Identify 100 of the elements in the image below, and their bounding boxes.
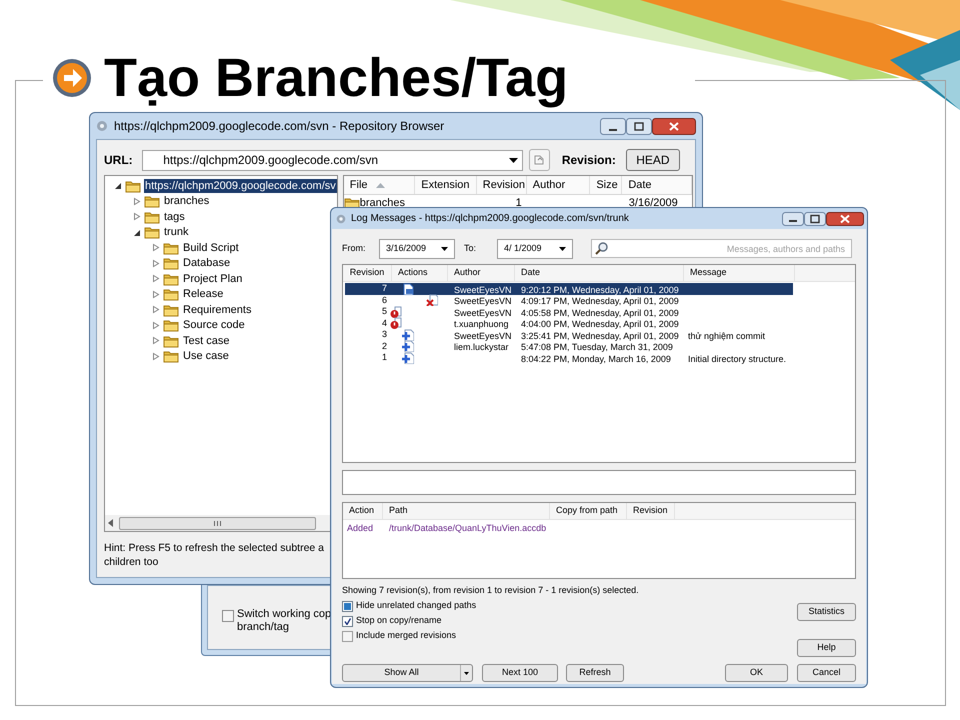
added-file-icon bbox=[402, 352, 414, 364]
collapsed-arrow-icon[interactable] bbox=[151, 336, 160, 346]
table-cell: 1 bbox=[382, 352, 387, 364]
table-cell: 4 bbox=[382, 318, 387, 329]
window-title: https://qlchpm2009.googlecode.com/svn - Repository Browser bbox=[114, 118, 444, 135]
folder-icon bbox=[144, 225, 160, 240]
collapsed-arrow-icon[interactable] bbox=[132, 212, 141, 222]
folder-icon bbox=[163, 334, 179, 348]
checkbox-label: Stop on copy/rename bbox=[356, 614, 442, 628]
tree-item[interactable]: Release bbox=[182, 287, 224, 302]
tree-item[interactable]: Database bbox=[182, 256, 232, 270]
message-box[interactable] bbox=[342, 470, 856, 495]
table-cell: SweetEyesVN bbox=[454, 284, 512, 295]
ok-button[interactable]: OK bbox=[725, 664, 788, 682]
checkbox[interactable] bbox=[342, 616, 353, 626]
dropdown-arrow-icon bbox=[508, 158, 518, 162]
collapsed-arrow-icon[interactable] bbox=[132, 196, 141, 206]
checkbox[interactable] bbox=[222, 610, 234, 622]
checkbox-label: Hide unrelated changed paths bbox=[356, 599, 476, 612]
collapsed-arrow-icon[interactable] bbox=[151, 320, 160, 330]
checkbox[interactable] bbox=[342, 600, 353, 612]
revision-row[interactable]: 3 SweetEyesVN 3:25:41 PM, Wednesday, April 01, 2009 thử nghiệm commit bbox=[345, 329, 793, 340]
revision-row[interactable]: 5 SweetEyesVN 4:05:58 PM, Wednesday, April 01, 2009 bbox=[345, 306, 793, 318]
tree-item[interactable]: tags bbox=[163, 210, 186, 224]
to-date-picker[interactable]: 4/ 1/2009 bbox=[497, 238, 573, 258]
search-field[interactable]: Messages, authors and paths bbox=[591, 239, 852, 258]
tree-item[interactable]: https://qlchpm2009.googlecode.com/sv bbox=[144, 178, 337, 193]
folder-icon bbox=[163, 318, 179, 332]
collapsed-arrow-icon[interactable] bbox=[151, 352, 160, 361]
column-header[interactable]: Revision bbox=[350, 266, 384, 280]
revision-row[interactable]: 2 liem.luckystar 5:47:08 PM, Tuesday, March 31, 2009 bbox=[345, 340, 793, 352]
collapsed-arrow-icon[interactable] bbox=[151, 274, 160, 284]
from-date-picker[interactable]: 3/16/2009 bbox=[379, 238, 455, 258]
url-combobox[interactable]: https://qlchpm2009.googlecode.com/svn bbox=[142, 150, 523, 170]
revision-row[interactable]: 4 t.xuanphuong 4:04:00 PM, Wednesday, April 01, 2009 bbox=[345, 318, 793, 329]
checkbox[interactable] bbox=[342, 630, 353, 642]
close-icon[interactable] bbox=[826, 212, 864, 226]
tree-item[interactable]: branches bbox=[163, 194, 210, 208]
check-mark-icon bbox=[344, 602, 351, 610]
maximize-icon[interactable] bbox=[626, 118, 652, 134]
collapsed-arrow-icon[interactable] bbox=[151, 243, 160, 252]
table-cell: 7 bbox=[382, 283, 387, 294]
table-cell: thử nghiệm commit bbox=[688, 330, 766, 341]
revision-row[interactable]: 1 8:04:22 PM, Monday, March 16, 2009 Initial directory structure. bbox=[345, 352, 793, 364]
collapsed-arrow-icon[interactable] bbox=[151, 290, 160, 299]
statistics-button[interactable]: Statistics bbox=[797, 603, 856, 621]
scroll-left-icon bbox=[108, 519, 113, 527]
folder-icon bbox=[163, 240, 179, 255]
minimize-icon[interactable] bbox=[782, 212, 804, 226]
expanded-arrow-icon[interactable] bbox=[113, 181, 122, 190]
table-cell: /trunk/Database/QuanLyThuVien.accdb bbox=[389, 522, 546, 532]
tree-item[interactable]: trunk bbox=[163, 225, 190, 240]
minimize-icon[interactable] bbox=[600, 118, 626, 134]
column-header[interactable]: Actions bbox=[398, 266, 428, 280]
tree-item[interactable]: Use case bbox=[182, 349, 230, 364]
table-cell: 3/16/2009 bbox=[628, 196, 678, 209]
added-file-icon bbox=[402, 328, 414, 341]
dropdown-arrow-icon bbox=[559, 246, 566, 250]
help-button[interactable]: Help bbox=[797, 639, 856, 657]
maximize-icon[interactable] bbox=[804, 212, 826, 226]
revision-row[interactable]: 6 SweetEyesVN 4:09:17 PM, Wednesday, April 01, 2009 bbox=[345, 294, 793, 306]
tree-item[interactable]: Test case bbox=[182, 334, 230, 348]
column-header[interactable]: Author bbox=[454, 266, 481, 280]
column-header[interactable]: Revision bbox=[633, 504, 668, 518]
revision-row[interactable]: 7 SweetEyesVN 9:20:12 PM, Wednesday, April 01, 2009 bbox=[345, 283, 793, 294]
warning-file-icon bbox=[390, 317, 402, 330]
column-header[interactable]: Message bbox=[690, 266, 727, 280]
tree-item[interactable]: Build Script bbox=[182, 240, 240, 255]
browse-button[interactable] bbox=[528, 149, 550, 171]
window-title: Log Messages - https://qlchpm2009.googlecode.com/svn/trunk bbox=[351, 212, 629, 226]
scrollbar-thumb[interactable] bbox=[119, 516, 316, 530]
table-cell: SweetEyesVN bbox=[454, 330, 512, 341]
collapsed-arrow-icon[interactable] bbox=[151, 258, 160, 268]
tree-item[interactable]: Requirements bbox=[182, 302, 252, 317]
tree-item[interactable]: Source code bbox=[182, 318, 246, 332]
warning-file-icon bbox=[390, 306, 402, 318]
cancel-button[interactable]: Cancel bbox=[797, 664, 856, 682]
hint-text: Hint: Press F5 to refresh the selected subtree a children too bbox=[104, 541, 326, 569]
refresh-button[interactable]: Refresh bbox=[566, 664, 624, 682]
next-100-button[interactable]: Next 100 bbox=[482, 664, 558, 682]
table-cell-text: 1 bbox=[516, 196, 522, 211]
column-header[interactable]: Date bbox=[521, 266, 540, 280]
url-label: URL: bbox=[104, 152, 134, 169]
head-button[interactable]: HEAD bbox=[626, 149, 680, 171]
collapsed-arrow-icon[interactable] bbox=[151, 305, 160, 314]
table-cell: 3:25:41 PM, Wednesday, April 01, 2009 bbox=[521, 330, 679, 341]
table-cell: 5 bbox=[382, 306, 387, 318]
folder-icon bbox=[144, 194, 160, 208]
column-header[interactable]: Copy from path bbox=[556, 504, 618, 518]
column-header[interactable]: Path bbox=[389, 504, 408, 518]
revision-label: Revision: bbox=[562, 152, 616, 169]
dropdown-button[interactable] bbox=[460, 665, 472, 681]
grip-icon bbox=[214, 520, 221, 526]
to-label: To: bbox=[463, 242, 478, 255]
tree-item[interactable]: Project Plan bbox=[182, 272, 244, 286]
column-header[interactable]: Action bbox=[349, 504, 374, 518]
close-icon[interactable] bbox=[652, 118, 696, 134]
check-mark-icon bbox=[344, 618, 351, 624]
folder-icon bbox=[163, 302, 179, 317]
expanded-arrow-icon[interactable] bbox=[132, 228, 141, 237]
